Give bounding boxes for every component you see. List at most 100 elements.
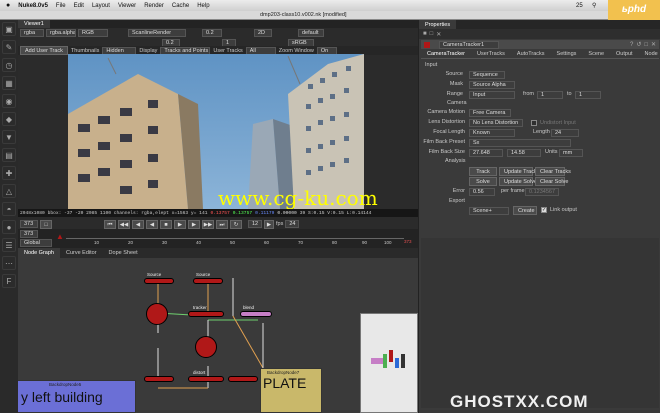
current-frame-field[interactable]: 373 [20, 220, 38, 228]
max-panels-icon[interactable]: □ [430, 31, 434, 37]
film-back-x-field[interactable]: 27.648 [469, 149, 503, 157]
tab-node-graph[interactable]: Node Graph [18, 248, 60, 258]
length-field[interactable]: 24 [551, 129, 579, 137]
backdrop-node-7[interactable]: BackdropNode7 PLATE [260, 368, 322, 413]
camera-tracker-dot-node[interactable] [146, 303, 168, 325]
focal-length-dropdown[interactable]: Known [469, 129, 515, 137]
lock-icon[interactable]: ■ [423, 31, 427, 37]
prev-key-icon[interactable]: ◀◀ [118, 219, 130, 229]
keyframe-marker-icon[interactable]: ▲ [56, 232, 64, 241]
stop-icon[interactable]: ■ [160, 219, 172, 229]
from-field[interactable]: 1 [537, 91, 563, 99]
search-icon[interactable]: ⚲ [592, 2, 596, 9]
menu-help[interactable]: Help [197, 3, 209, 9]
update-track-button[interactable]: Update Track [499, 167, 537, 176]
lens-distortion-dropdown[interactable]: No Lens Distortion [469, 119, 523, 127]
node-graph-minimap[interactable] [360, 313, 418, 413]
tab-scene[interactable]: Scene [582, 50, 610, 58]
lut-dropdown[interactable]: default [298, 29, 324, 37]
tab-cameratracker[interactable]: CameraTracker [421, 50, 471, 58]
timeline-ruler[interactable]: 10 20 30 40 50 60 70 80 90 100 [66, 238, 404, 247]
play-back-icon[interactable]: ◀ [146, 219, 158, 229]
distort-node[interactable]: distort [188, 370, 224, 382]
frame-range-icon[interactable]: □ [40, 219, 52, 229]
apple-icon[interactable]: ● [6, 2, 10, 9]
fps-field[interactable]: 24 [285, 220, 300, 228]
layer-dropdown[interactable]: rgba.alpha [46, 29, 76, 37]
keyer-tool-icon[interactable]: ▼ [2, 130, 16, 144]
tab-curve-editor[interactable]: Curve Editor [60, 248, 103, 258]
color-tool-icon[interactable]: ◉ [2, 94, 16, 108]
clear-panels-icon[interactable]: ✕ [436, 31, 441, 38]
transform-tool-icon[interactable]: ✚ [2, 166, 16, 180]
source-dropdown[interactable]: Sequence [469, 71, 505, 79]
views-tool-icon[interactable]: ◓ [2, 202, 16, 216]
input-a-dropdown[interactable]: ScanlineRender [128, 29, 186, 37]
zoom-field[interactable]: 0.2 [202, 29, 222, 37]
toolsets-icon[interactable]: ☰ [2, 238, 16, 252]
filter-tool-icon[interactable]: ◆ [2, 112, 16, 126]
film-back-y-field[interactable]: 14.58 [507, 149, 541, 157]
link-output-checkbox[interactable]: ✓ [541, 207, 547, 213]
tab-output[interactable]: Output [610, 50, 639, 58]
tab-viewer1[interactable]: Viewer1 [18, 20, 50, 28]
next-key-icon[interactable]: ▶▶ [202, 219, 214, 229]
create-button[interactable]: Create [513, 206, 537, 215]
update-solve-button[interactable]: Update Solve [499, 177, 537, 186]
timeline[interactable]: 373 Global ▲ 10 20 30 40 50 60 70 80 90 … [18, 229, 418, 248]
camera-motion-dropdown[interactable]: Free Camera [469, 109, 511, 117]
node-graph-panel[interactable]: Node Graph Curve Editor Dope Sheet Sourc… [18, 248, 418, 413]
frame-range-field[interactable]: 373 [20, 230, 38, 238]
camera-solve-dot-node[interactable] [195, 336, 217, 358]
help-icon[interactable]: ? [630, 42, 633, 48]
float-icon[interactable]: □ [644, 42, 648, 48]
output-node[interactable] [228, 376, 258, 382]
merge-node[interactable] [144, 376, 174, 382]
blend-node[interactable]: blend [240, 305, 272, 317]
fast-forward-icon[interactable]: ⏭ [216, 219, 228, 229]
mask-dropdown[interactable]: Source Alpha [469, 81, 515, 89]
menu-render[interactable]: Render [144, 3, 164, 9]
channels-dropdown[interactable]: rgba [20, 29, 44, 37]
image-tool-icon[interactable]: ▣ [2, 22, 16, 36]
close-icon[interactable]: ✕ [651, 41, 656, 48]
view-mode-dropdown[interactable]: 2D [254, 29, 272, 37]
backdrop-node-5[interactable]: BackdropNode5 y left building [18, 380, 136, 413]
step-forward-icon[interactable]: ▶ [188, 219, 200, 229]
units-dropdown[interactable]: mm [559, 149, 583, 157]
clear-tracks-button[interactable]: Clear Tracks [535, 167, 571, 176]
loop-icon[interactable]: ↻ [230, 219, 242, 229]
rewind-icon[interactable]: ⏮ [104, 219, 116, 229]
menu-viewer[interactable]: Viewer [118, 3, 136, 9]
channel-tool-icon[interactable]: ▦ [2, 76, 16, 90]
revert-icon[interactable]: ↺ [636, 41, 641, 48]
menu-file[interactable]: File [56, 3, 66, 9]
tab-properties[interactable]: Properties [419, 20, 457, 29]
solve-button[interactable]: Solve [469, 177, 497, 186]
increment-field[interactable]: 12 [248, 220, 262, 228]
source-read-node-2[interactable]: Source [193, 272, 223, 284]
step-back-icon[interactable]: ◀ [132, 219, 144, 229]
menu-cache[interactable]: Cache [172, 3, 189, 9]
time-tool-icon[interactable]: ◷ [2, 58, 16, 72]
tab-dope-sheet[interactable]: Dope Sheet [103, 248, 144, 258]
merge-tool-icon[interactable]: ▤ [2, 148, 16, 162]
film-back-preset-dropdown[interactable]: Sx [469, 139, 571, 147]
to-field[interactable]: 1 [575, 91, 601, 99]
play-icon[interactable]: ▶ [174, 219, 186, 229]
menu-edit[interactable]: Edit [74, 3, 84, 9]
furnace-tool-icon[interactable]: F [2, 274, 16, 288]
add-user-track-button[interactable]: Add User Track [20, 46, 68, 55]
other-tool-icon[interactable]: ⋯ [2, 256, 16, 270]
node-color-swatch[interactable] [424, 41, 430, 48]
tracker-node[interactable]: tracker [188, 305, 224, 317]
tab-settings[interactable]: Settings [551, 50, 583, 58]
next-increment-icon[interactable]: ▶ [264, 219, 274, 229]
node-name-field[interactable]: CameraTracker1 [439, 40, 499, 49]
source-read-node[interactable]: Source [144, 272, 174, 284]
track-button[interactable]: Track [469, 167, 497, 176]
tab-node[interactable]: Node [639, 50, 660, 58]
undistort-checkbox[interactable] [531, 120, 537, 126]
metadata-tool-icon[interactable]: ● [2, 220, 16, 234]
draw-tool-icon[interactable]: ✎ [2, 40, 16, 54]
